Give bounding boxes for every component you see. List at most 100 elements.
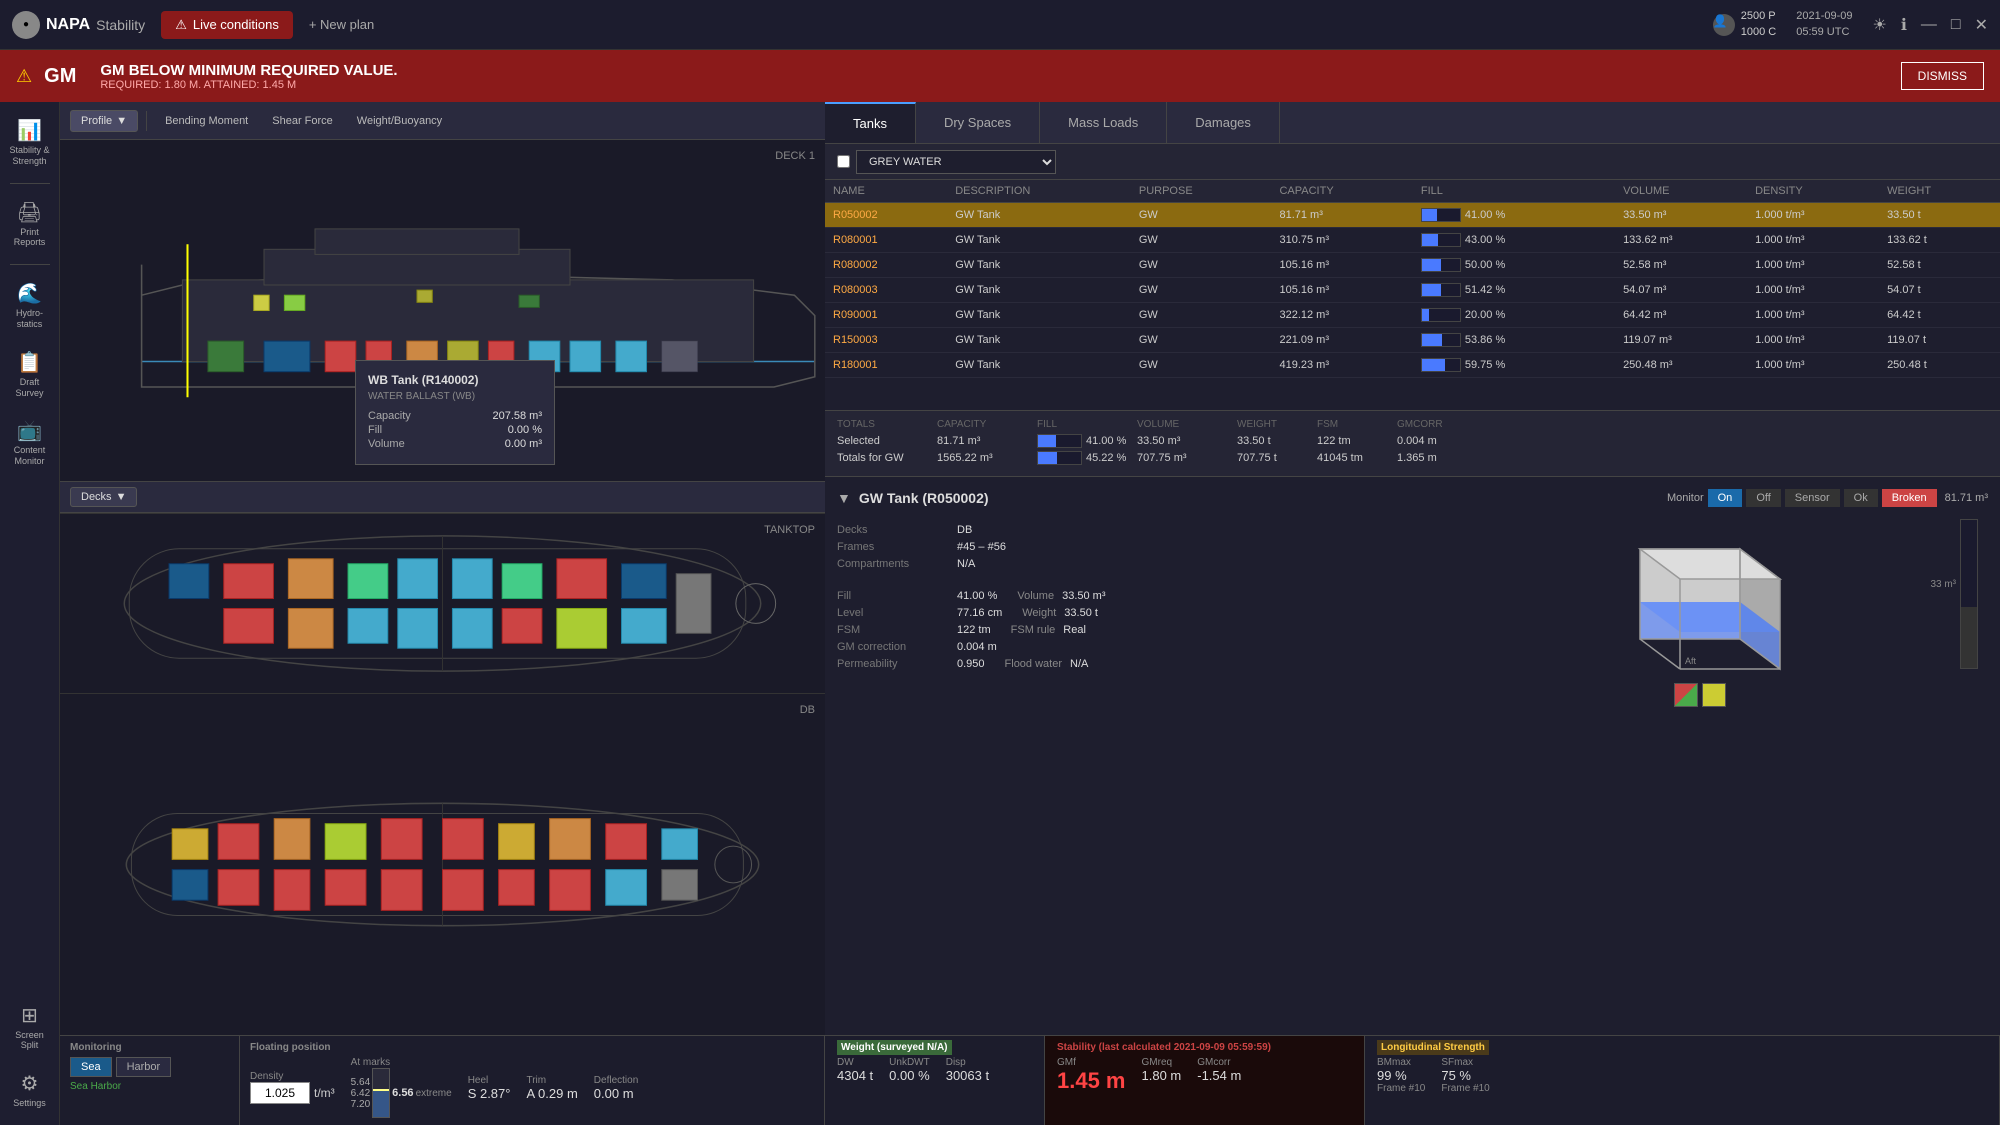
col-header-description: DESCRIPTION — [947, 180, 1131, 203]
cell-name: R090001 — [825, 303, 947, 328]
table-row[interactable]: R080002 GW Tank GW 105.16 m³ 50.00 % 52.… — [825, 253, 2000, 278]
detail-decks-row: Decks DB — [837, 524, 1413, 536]
sidebar-item-content-monitor[interactable]: 📺 ContentMonitor — [0, 410, 59, 475]
totals-header-volume: VOLUME — [1137, 419, 1237, 430]
cell-capacity: 221.09 m³ — [1271, 328, 1412, 353]
level-key: Level — [837, 607, 957, 619]
shear-force-button[interactable]: Shear Force — [262, 111, 343, 131]
db-label: DB — [800, 704, 815, 716]
tooltip-capacity-label: Capacity — [368, 410, 411, 422]
cell-fill[interactable]: 53.86 % — [1413, 328, 1615, 353]
table-row[interactable]: R090001 GW Tank GW 322.12 m³ 20.00 % 64.… — [825, 303, 2000, 328]
sidebar-item-hydrostatics[interactable]: 🌊 Hydro-statics — [0, 273, 59, 338]
harbor-mode-button[interactable]: Harbor — [116, 1057, 172, 1077]
cell-fill[interactable]: 43.00 % — [1413, 228, 1615, 253]
totals-header-fsm: FSM — [1317, 419, 1397, 430]
cell-fill[interactable]: 50.00 % — [1413, 253, 1615, 278]
gm-text: GM BELOW MINIMUM REQUIRED VALUE. REQUIRE… — [100, 62, 397, 91]
live-conditions-button[interactable]: ⚠ Live conditions — [161, 11, 293, 39]
profile-label: Profile — [81, 115, 112, 127]
sidebar-item-print-reports[interactable]: 🖨 PrintReports — [0, 192, 59, 257]
totals-selected-fill-bar: 41.00 % — [1037, 434, 1137, 448]
sfmax-label: SFmax — [1441, 1057, 1489, 1068]
heel-val: S 2.87° — [468, 1086, 511, 1101]
left-sidebar: 📊 Stability &Strength 🖨 PrintReports 🌊 H… — [0, 102, 60, 1125]
volume-key: Volume — [1017, 590, 1054, 602]
tooltip-fill-val: 0.00 % — [508, 424, 542, 436]
tab-tanks[interactable]: Tanks — [825, 102, 916, 143]
frames-key: Frames — [837, 541, 957, 553]
date-display: 2021-09-09 — [1796, 9, 1852, 24]
info-icon[interactable]: ℹ — [1901, 15, 1907, 35]
sea-mode-button[interactable]: Sea — [70, 1057, 112, 1077]
cell-volume: 119.07 m³ — [1615, 328, 1747, 353]
monitor-broken-button[interactable]: Broken — [1882, 489, 1937, 507]
sidebar-item-settings[interactable]: ⚙ Settings — [0, 1063, 59, 1117]
gmcorr-label: GMcorr — [1197, 1057, 1241, 1068]
profile-button[interactable]: Profile ▼ — [70, 110, 138, 132]
deck1-label: DECK 1 — [775, 150, 815, 162]
cell-name: R080003 — [825, 278, 947, 303]
db-view: DB — [60, 693, 825, 1035]
sfmax-sub: Frame #10 — [1441, 1083, 1489, 1094]
draft-icon: 📋 — [17, 350, 42, 375]
sidebar-item-screen-split[interactable]: ⊞ ScreenSplit — [0, 995, 59, 1060]
cell-fill[interactable]: 41.00 % — [1413, 203, 1615, 228]
gm-label: GM — [44, 65, 76, 88]
cell-volume: 133.62 m³ — [1615, 228, 1747, 253]
svg-text:Aft: Aft — [1685, 656, 1697, 666]
table-row[interactable]: R050002 GW Tank GW 81.71 m³ 41.00 % 33.5… — [825, 203, 2000, 228]
tab-mass-loads[interactable]: Mass Loads — [1040, 102, 1167, 143]
sun-icon[interactable]: ☀ — [1873, 15, 1887, 35]
screen-split-icon: ⊞ — [21, 1003, 38, 1028]
new-plan-button[interactable]: + New plan — [309, 17, 374, 32]
sidebar-label-print: PrintReports — [14, 227, 46, 249]
monitor-sensor-button[interactable]: Sensor — [1785, 489, 1840, 507]
table-row[interactable]: R150003 GW Tank GW 221.09 m³ 53.86 % 119… — [825, 328, 2000, 353]
sfmax-item: SFmax 75 % Frame #10 — [1441, 1057, 1489, 1094]
floating-title: Floating position — [250, 1042, 814, 1053]
cell-capacity: 322.12 m³ — [1271, 303, 1412, 328]
monitor-on-button[interactable]: On — [1708, 489, 1743, 507]
dismiss-button[interactable]: DISMISS — [1901, 62, 1984, 90]
table-row[interactable]: R180001 GW Tank GW 419.23 m³ 59.75 % 250… — [825, 353, 2000, 378]
cell-weight: 119.07 t — [1879, 328, 2000, 353]
monitor-off-button[interactable]: Off — [1746, 489, 1780, 507]
monitor-ok-button[interactable]: Ok — [1844, 489, 1878, 507]
right-panel: Tanks Dry Spaces Mass Loads Damages GREY… — [825, 102, 2000, 1125]
cell-name: R050002 — [825, 203, 947, 228]
totals-header-weight: WEIGHT — [1237, 419, 1317, 430]
topbar-icons: ☀ ℹ — □ ✕ — [1873, 15, 1989, 35]
filter-select[interactable]: GREY WATER WATER BALLAST FUEL OIL FRESH … — [856, 150, 1056, 174]
minimize-icon[interactable]: — — [1921, 16, 1937, 34]
cell-fill[interactable]: 20.00 % — [1413, 303, 1615, 328]
table-row[interactable]: R080001 GW Tank GW 310.75 m³ 43.00 % 133… — [825, 228, 2000, 253]
tab-damages[interactable]: Damages — [1167, 102, 1280, 143]
cell-description: GW Tank — [947, 278, 1131, 303]
filter-checkbox[interactable] — [837, 155, 850, 168]
table-row[interactable]: R080003 GW Tank GW 105.16 m³ 51.42 % 54.… — [825, 278, 2000, 303]
sidebar-item-stability-strength[interactable]: 📊 Stability &Strength — [0, 110, 59, 175]
density-input[interactable] — [250, 1082, 310, 1104]
user-info: 👤 2500 P 1000 C — [1713, 9, 1776, 40]
collapse-icon[interactable]: ▼ — [837, 490, 851, 506]
col-header-purpose: PURPOSE — [1131, 180, 1272, 203]
bending-moment-button[interactable]: Bending Moment — [155, 111, 258, 131]
tab-dry-spaces[interactable]: Dry Spaces — [916, 102, 1040, 143]
maximize-icon[interactable]: □ — [1951, 16, 1961, 34]
cell-fill[interactable]: 51.42 % — [1413, 278, 1615, 303]
bmmax-item: BMmax 99 % Frame #10 — [1377, 1057, 1425, 1094]
decks-button[interactable]: Decks ▼ — [70, 487, 137, 507]
sidebar-item-draft-survey[interactable]: 📋 DraftSurvey — [0, 342, 59, 407]
cell-purpose: GW — [1131, 278, 1272, 303]
disp-label: Disp — [946, 1057, 989, 1068]
weight-val: 33.50 t — [1064, 607, 1098, 619]
totals-gw-label: Totals for GW — [837, 452, 937, 464]
cell-fill[interactable]: 59.75 % — [1413, 353, 1615, 378]
weight-buoyancy-button[interactable]: Weight/Buoyancy — [347, 111, 452, 131]
sfmax-val: 75 % — [1441, 1068, 1489, 1083]
close-icon[interactable]: ✕ — [1975, 15, 1988, 35]
profile-toolbar: Profile ▼ Bending Moment Shear Force Wei… — [60, 102, 825, 140]
tab-dry-spaces-label: Dry Spaces — [944, 115, 1011, 130]
decks-toolbar: Decks ▼ — [60, 481, 825, 513]
